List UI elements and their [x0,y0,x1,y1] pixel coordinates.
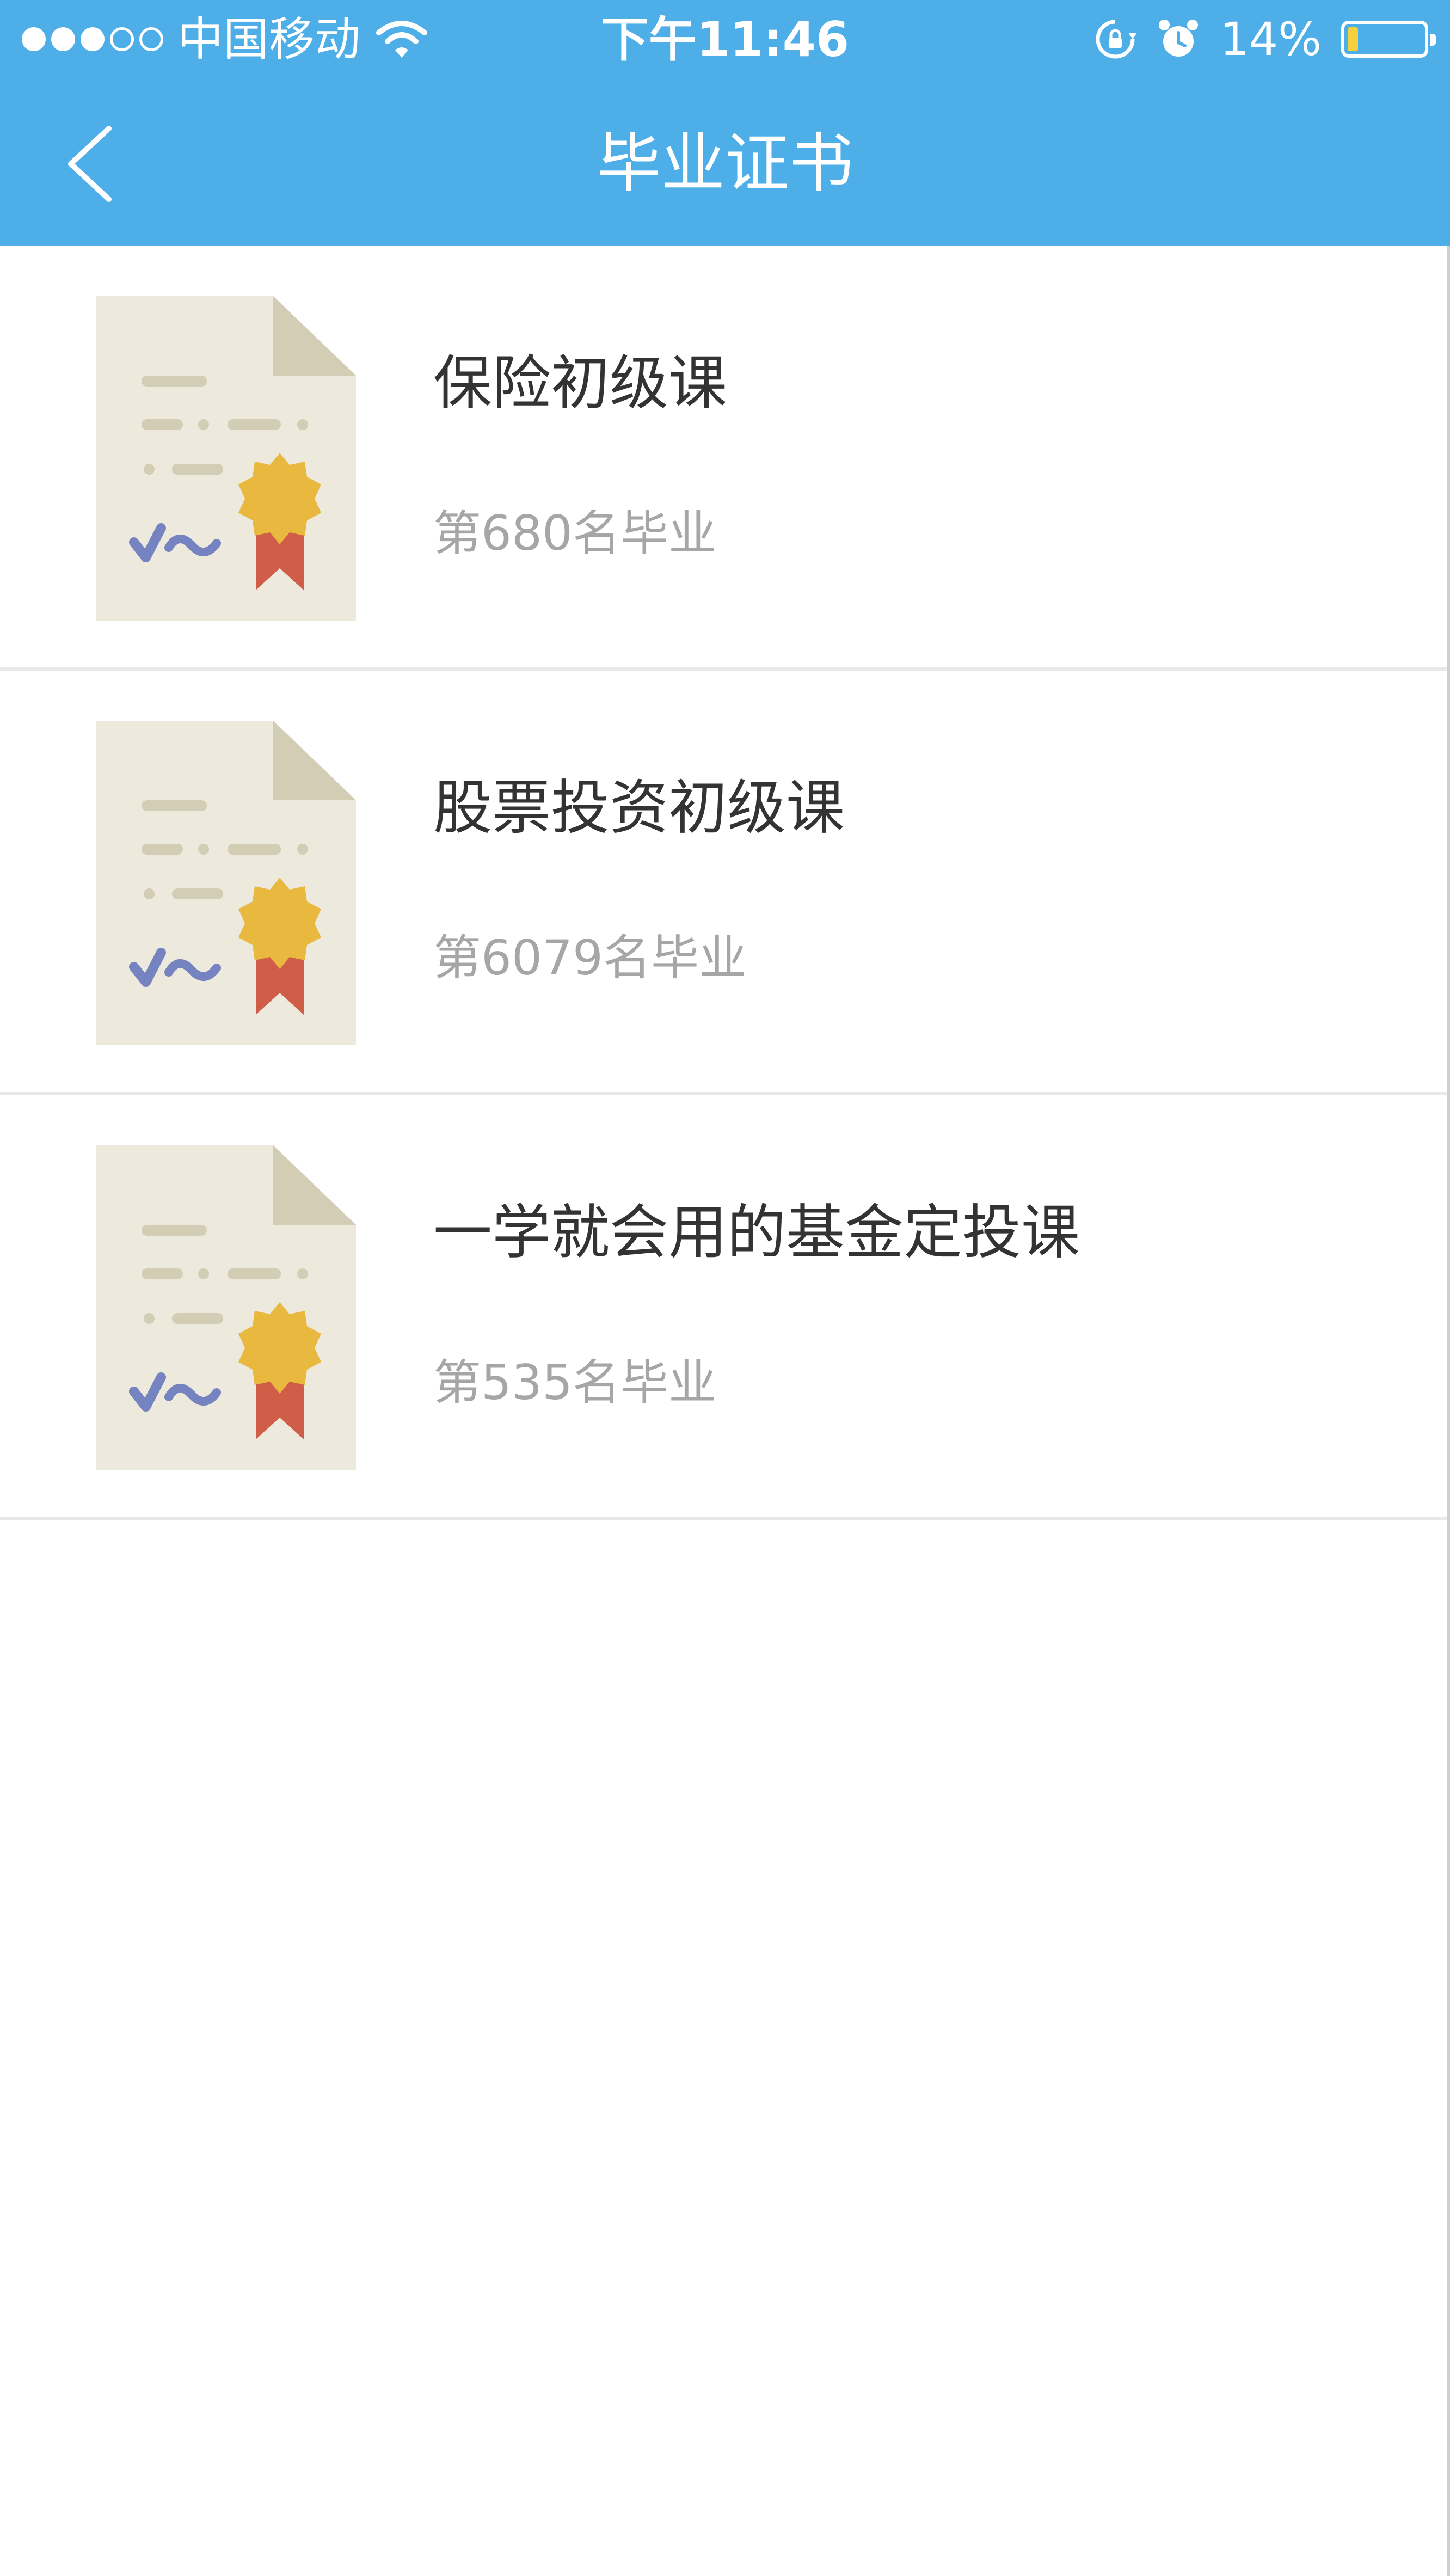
graduation-rank: 第680名毕业 [433,505,716,561]
certificate-icon [96,296,356,621]
battery-level [1348,27,1358,51]
top-bar: 中国移动 下午11:46 14% 毕业证书 [0,0,1450,246]
scroll-edge [1447,246,1450,2576]
course-title: 股票投资初级课 [433,774,845,842]
list-item[interactable]: 股票投资初级课 第6079名毕业 [0,671,1450,1095]
status-bar: 中国移动 下午11:46 14% [0,0,1450,82]
certificate-list: 保险初级课 第680名毕业 股票投资初级课 第6079名毕业 一学就会用的基金定… [0,246,1450,1520]
certificate-icon [96,721,356,1045]
alarm-icon [1159,20,1199,57]
course-title: 一学就会用的基金定投课 [433,1199,1080,1267]
graduation-rank: 第6079名毕业 [433,930,747,986]
nav-bar: 毕业证书 [0,82,1450,246]
battery-icon [1341,21,1436,58]
status-right: 14% [1093,12,1436,66]
battery-percentage: 14% [1220,13,1322,66]
graduation-rank: 第535名毕业 [433,1354,716,1410]
list-item[interactable]: 保险初级课 第680名毕业 [0,246,1450,671]
rotation-lock-icon [1096,20,1138,59]
course-title: 保险初级课 [433,349,728,418]
page-title: 毕业证书 [596,126,853,201]
list-item[interactable]: 一学就会用的基金定投课 第535名毕业 [0,1095,1450,1520]
certificate-icon [96,1145,356,1470]
